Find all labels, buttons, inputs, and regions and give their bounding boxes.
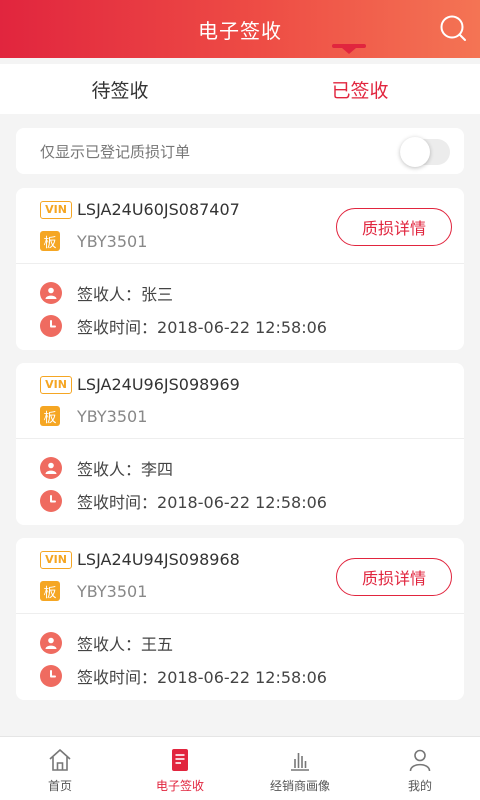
user-icon [409,749,431,772]
vin-badge: VIN [40,375,72,394]
time-label: 签收时间：2018-06-22 12:58:06 [77,493,327,512]
plate-number: YBY3501 [77,581,148,601]
vin-row: VIN LSJA24U94JS098968 [40,550,240,569]
signer-label: 签收人：李四 [77,460,174,479]
vin-number: LSJA24U96JS098969 [77,375,240,394]
person-icon [40,282,62,304]
clock-icon [40,665,62,687]
time-label: 签收时间：2018-06-22 12:58:06 [77,318,327,337]
nav-dealer-profile[interactable]: 经销商画像 [240,737,360,800]
sign-time: 2018-06-22 12:58:06 [157,493,327,512]
time-row: 签收时间：2018-06-22 12:58:06 [40,489,327,513]
vin-badge: VIN [40,550,72,569]
nav-mine-label: 我的 [407,779,432,793]
nav-home-label: 首页 [47,779,72,793]
person-icon [40,632,62,654]
signer-row: 签收人：张三 [40,281,173,305]
plate-badge: 板 [40,581,60,601]
plate-badge: 板 [40,231,60,251]
order-card: VIN LSJA24U60JS087407 板 YBY3501 质损详情 签收人… [16,188,464,350]
sign-time: 2018-06-22 12:58:06 [157,318,327,337]
tab-indicator-notch [342,48,356,54]
signer-row: 签收人：李四 [40,456,173,480]
sign-time: 2018-06-22 12:58:06 [157,668,327,687]
vin-row: VIN LSJA24U60JS087407 [40,200,240,219]
order-card-body: 签收人：王五 签收时间：2018-06-22 12:58:06 [16,614,464,700]
signer-name: 王五 [141,635,174,654]
clock-icon [40,490,62,512]
search-icon[interactable] [438,13,468,43]
nav-e-sign[interactable]: 电子签收 [120,737,240,800]
plate-badge: 板 [40,406,60,426]
bottom-nav: 首页 电子签收 经销商画像 我的 [0,736,480,800]
signer-name: 李四 [141,460,174,479]
page-title: 电子签收 [198,18,282,43]
time-row: 签收时间：2018-06-22 12:58:06 [40,664,327,688]
signer-row: 签收人：王五 [40,631,173,655]
order-card-header: VIN LSJA24U96JS098969 板 YBY3501 [16,363,464,439]
plate-number: YBY3501 [77,231,148,251]
plate-number: YBY3501 [77,406,148,426]
damage-detail-button[interactable]: 质损详情 [336,558,452,596]
order-card: VIN LSJA24U94JS098968 板 YBY3501 质损详情 签收人… [16,538,464,700]
nav-e-sign-label: 电子签收 [155,779,204,793]
damage-filter-row: 仅显示已登记质损订单 [16,128,464,174]
app-header: 电子签收 [0,0,480,58]
tab-signed[interactable]: 已签收 [240,64,480,114]
signer-label: 签收人：张三 [77,285,174,304]
clock-icon [40,315,62,337]
plate-row: 板 YBY3501 [40,581,147,601]
nav-dealer-profile-label: 经销商画像 [269,779,330,793]
toggle-knob[interactable] [400,137,430,167]
signer-name: 张三 [141,285,174,304]
order-card-body: 签收人：张三 签收时间：2018-06-22 12:58:06 [16,264,464,350]
plate-row: 板 YBY3501 [40,406,147,426]
vin-badge: VIN [40,200,72,219]
tab-bar: 待签收 已签收 [0,64,480,114]
damage-detail-button[interactable]: 质损详情 [336,208,452,246]
time-label: 签收时间：2018-06-22 12:58:06 [77,668,327,687]
bar-chart-icon [291,753,309,771]
document-icon [172,749,188,771]
vin-row: VIN LSJA24U96JS098969 [40,375,240,394]
time-row: 签收时间：2018-06-22 12:58:06 [40,314,327,338]
home-icon [49,749,71,771]
person-icon [40,457,62,479]
vin-number: LSJA24U94JS098968 [77,550,240,569]
plate-row: 板 YBY3501 [40,231,147,251]
damage-filter-toggle[interactable] [400,137,450,167]
nav-mine[interactable]: 我的 [360,737,480,800]
order-card: VIN LSJA24U96JS098969 板 YBY3501 签收人：李四 签… [16,363,464,525]
order-card-header: VIN LSJA24U60JS087407 板 YBY3501 质损详情 [16,188,464,264]
signer-label: 签收人：王五 [77,635,174,654]
nav-home[interactable]: 首页 [0,737,120,800]
order-card-body: 签收人：李四 签收时间：2018-06-22 12:58:06 [16,439,464,525]
order-card-header: VIN LSJA24U94JS098968 板 YBY3501 质损详情 [16,538,464,614]
filter-label: 仅显示已登记质损订单 [40,142,191,161]
vin-number: LSJA24U60JS087407 [77,200,240,219]
tab-pending[interactable]: 待签收 [0,64,240,114]
